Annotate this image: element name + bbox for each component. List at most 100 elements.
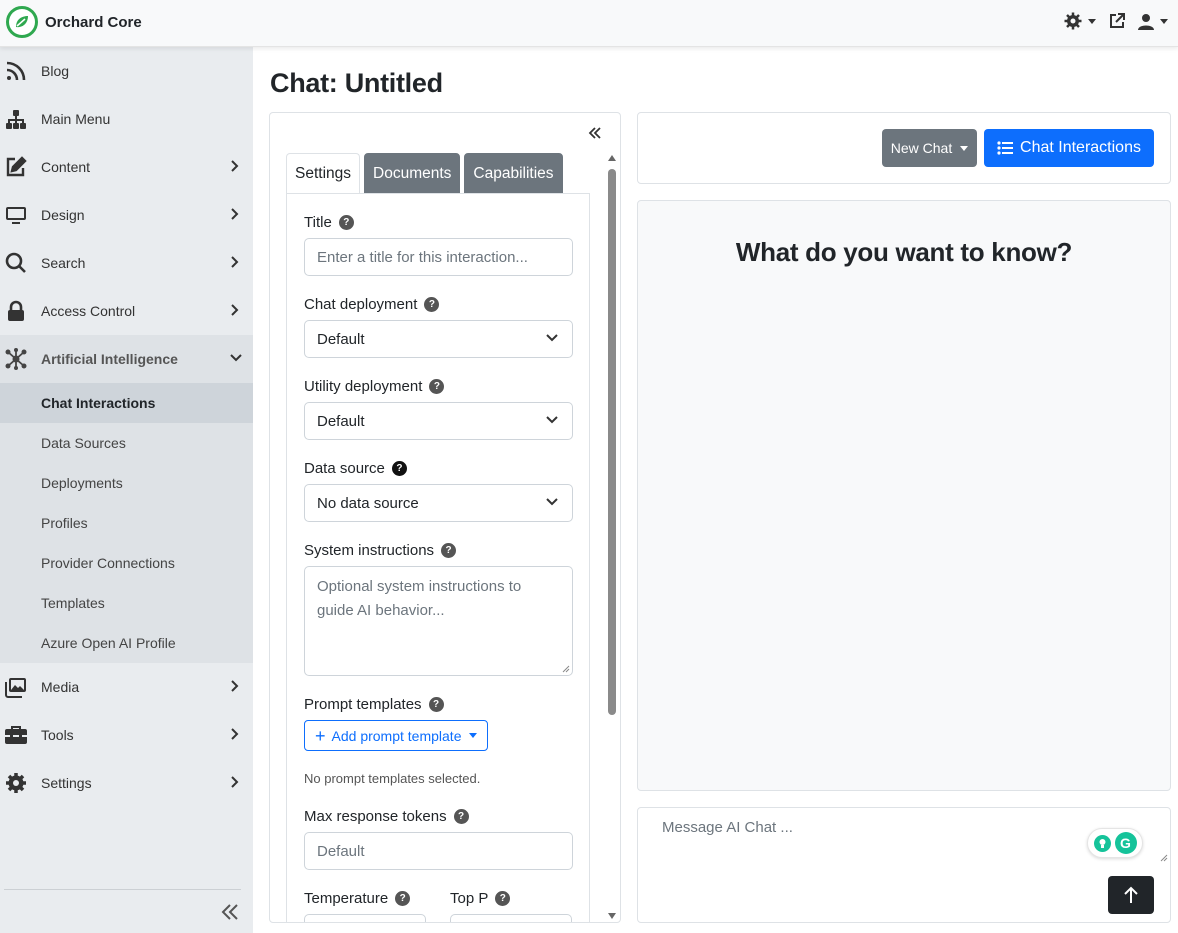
title-input[interactable]: Enter a title for this interaction... [304,238,573,276]
system-instructions-placeholder: Optional system instructions to guide AI… [317,578,522,619]
sidebar-item-azure-open-ai-profile[interactable]: Azure Open AI Profile [0,623,253,663]
system-instructions-label-text: System instructions [304,542,435,559]
chevron-down-icon [960,145,969,151]
sidebar-item-access-control[interactable]: Access Control [0,287,253,335]
prompt-templates-label-text: Prompt templates [304,696,422,713]
help-icon[interactable]: ? [441,543,457,558]
title-label: Title ? [304,214,354,231]
system-instructions-textarea[interactable]: Optional system instructions to guide AI… [304,566,573,676]
collapse-panel-icon[interactable] [588,127,602,139]
help-icon[interactable]: ? [338,215,354,230]
new-chat-label: New Chat [890,140,953,156]
data-source-label-text: Data source [304,460,385,477]
prompt-templates-label: Prompt templates ? [304,696,444,713]
utility-deployment-label-text: Utility deployment [304,378,423,395]
toolbox-icon [4,723,28,747]
sidebar-item-media[interactable]: Media [0,663,253,711]
top-p-label: Top P ? [450,890,511,907]
chat-deployment-select[interactable]: Default [304,320,573,358]
sidebar-item-label: Media [41,679,80,695]
tab-documents[interactable]: Documents [364,153,461,194]
utility-deployment-select[interactable]: Default [304,402,573,440]
add-prompt-template-label: Add prompt template [331,727,462,744]
sidebar-item-blog[interactable]: Blog [0,47,253,95]
lightbulb-icon [1093,834,1111,852]
user-icon [1138,13,1154,30]
sidebar-item-label: Blog [41,63,70,79]
sidebar-item-search[interactable]: Search [0,239,253,287]
tab-settings[interactable]: Settings [286,153,361,194]
sidebar-item-settings[interactable]: Settings [0,759,253,807]
sidebar-item-design[interactable]: Design [0,191,253,239]
help-icon[interactable]: ? [495,891,511,906]
sidebar-item-chat-interactions[interactable]: Chat Interactions [0,383,253,423]
top-p-label-text: Top P [450,890,489,907]
scroll-up-arrow-icon[interactable] [608,155,616,161]
system-instructions-label: System instructions ? [304,542,457,559]
collapse-sidebar-icon[interactable] [221,904,239,920]
sidebar-item-data-sources[interactable]: Data Sources [0,423,253,463]
sidebar-item-profiles[interactable]: Profiles [0,503,253,543]
help-icon[interactable]: ? [429,379,445,394]
help-icon[interactable]: ? [428,697,444,712]
max-tokens-input[interactable]: Default [304,832,573,870]
sidebar-item-content[interactable]: Content [0,143,253,191]
sidebar-item-templates[interactable]: Templates [0,583,253,623]
chat-interactions-button[interactable]: Chat Interactions [984,129,1154,167]
theme-toggle-button[interactable] [1064,12,1096,30]
user-menu-button[interactable] [1138,13,1168,30]
max-tokens-label-text: Max response tokens [304,808,447,825]
grammarly-widget[interactable]: G [1087,828,1143,858]
chat-heading: What do you want to know? [735,237,1073,267]
sidebar-item-label: Search [41,255,86,271]
visit-site-button[interactable] [1108,12,1126,30]
sidebar-item-label: Design [41,207,85,223]
gear-icon [4,771,28,795]
sidebar-item-label: Main Menu [41,111,111,127]
scroll-down-arrow-icon[interactable] [608,913,616,919]
utility-deployment-label: Utility deployment ? [304,378,445,395]
arrow-up-icon [1124,886,1138,903]
message-input[interactable]: Message AI Chat ... [662,819,793,836]
help-icon[interactable]: ? [395,891,411,906]
sidebar-item-artificial-intelligence[interactable]: Artificial Intelligence [0,335,253,383]
sidebar-item-deployments[interactable]: Deployments [0,463,253,503]
utility-deployment-value: Default [317,412,365,430]
chat-interactions-label: Chat Interactions [1020,139,1141,156]
scroll-thumb[interactable] [608,169,616,715]
help-icon[interactable]: ? [453,809,469,824]
sidebar-item-main-menu[interactable]: Main Menu [0,95,253,143]
lock-icon [4,299,28,323]
sitemap-icon [4,107,28,131]
data-source-label: Data source ? [304,460,407,477]
new-chat-button[interactable]: New Chat [882,129,977,167]
sidebar-item-label: Tools [41,727,74,743]
sidebar-item-provider-connections[interactable]: Provider Connections [0,543,253,583]
chevron-right-icon [231,256,239,268]
page-title: Chat: Untitled [270,68,443,98]
top-p-input[interactable] [450,914,572,922]
help-icon[interactable]: ? [424,297,440,312]
temperature-label: Temperature ? [304,890,411,907]
brand-link[interactable]: Orchard Core [6,6,142,38]
chevron-down-icon [546,416,558,424]
chat-deployment-value: Default [317,330,365,348]
panel-scrollbar[interactable] [607,155,617,922]
theme-gear-icon [1064,12,1082,30]
resize-grip-icon[interactable] [562,665,570,673]
help-icon[interactable]: ? [391,461,407,476]
sidebar-item-tools[interactable]: Tools [0,711,253,759]
resize-grip-icon[interactable] [1160,854,1168,862]
chevron-right-icon [231,304,239,316]
send-button[interactable] [1108,876,1154,914]
network-icon [4,347,28,371]
add-prompt-template-button[interactable]: + Add prompt template [304,720,489,751]
chevron-down-icon [469,733,478,738]
data-source-select[interactable]: No data source [304,484,573,522]
search-icon [4,251,28,275]
tab-capabilities[interactable]: Capabilities [464,153,563,194]
orchard-core-logo-icon [6,6,38,38]
temperature-input[interactable] [304,914,426,922]
message-composer[interactable]: Message AI Chat ... G [637,807,1171,923]
sidebar-item-label: Content [41,159,91,175]
